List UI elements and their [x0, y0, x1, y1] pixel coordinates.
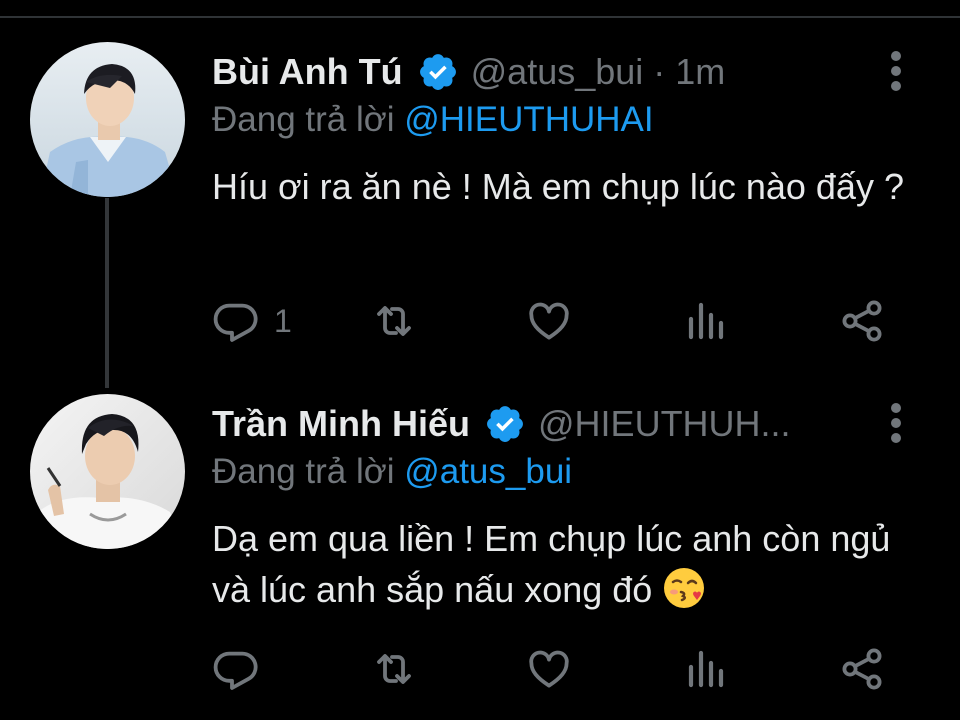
tweet-text: Dạ em qua liền ! Em chụp lúc anh còn ngủ…: [212, 518, 891, 610]
retweet-button[interactable]: [370, 296, 418, 346]
like-icon: [525, 297, 573, 345]
like-button[interactable]: [525, 296, 573, 346]
share-icon: [838, 645, 886, 693]
reply-icon: [212, 645, 260, 693]
avatar[interactable]: [30, 394, 185, 549]
tweet[interactable]: Bùi Anh Tú @atus_bui · 1m Đang trả lời @…: [0, 0, 960, 360]
reply-count: 1: [274, 302, 292, 339]
more-options-icon[interactable]: [882, 48, 910, 94]
views-icon: [682, 645, 730, 693]
author-name[interactable]: Bùi Anh Tú: [212, 51, 403, 93]
mention-link[interactable]: @HIEUTHUHAI: [404, 100, 653, 139]
tweet-actions: [212, 644, 902, 694]
share-button[interactable]: [838, 644, 886, 694]
tweet-header: Bùi Anh Tú @atus_bui · 1m: [212, 48, 725, 96]
views-button[interactable]: [682, 644, 730, 694]
like-button[interactable]: [525, 644, 573, 694]
views-button[interactable]: [682, 296, 730, 346]
more-options-icon[interactable]: [882, 400, 910, 446]
share-button[interactable]: [838, 296, 886, 346]
retweet-button[interactable]: [370, 644, 418, 694]
face-blowing-kiss-emoji-icon: [662, 566, 706, 610]
tweet-header: Trần Minh Hiếu @HIEUTHUH...: [212, 400, 791, 448]
avatar[interactable]: [30, 42, 185, 197]
author-name[interactable]: Trần Minh Hiếu: [212, 403, 470, 445]
reply-icon: [212, 297, 260, 345]
share-icon: [838, 297, 886, 345]
tweet-actions: 1: [212, 296, 902, 346]
handle-and-time: @atus_bui · 1m: [470, 51, 726, 92]
replying-prefix: Đang trả lời: [212, 100, 405, 139]
verified-badge-icon: [417, 51, 459, 93]
tweet[interactable]: Trần Minh Hiếu @HIEUTHUH... Đang trả lời…: [0, 380, 960, 720]
replying-prefix: Đang trả lời: [212, 452, 405, 491]
reply-button[interactable]: 1: [212, 296, 292, 346]
verified-badge-icon: [484, 403, 526, 445]
reply-button[interactable]: [212, 644, 274, 694]
views-icon: [682, 297, 730, 345]
retweet-icon: [370, 297, 418, 345]
like-icon: [525, 645, 573, 693]
tweet-text: Híu ơi ra ăn nè ! Mà em chụp lúc nào đấy…: [212, 166, 904, 207]
replying-to: Đang trả lời @HIEUTHUHAI: [212, 100, 654, 140]
mention-link[interactable]: @atus_bui: [404, 452, 572, 491]
handle-and-time: @HIEUTHUH...: [538, 403, 791, 444]
replying-to: Đang trả lời @atus_bui: [212, 452, 572, 492]
retweet-icon: [370, 645, 418, 693]
tweet-text-container: Dạ em qua liền ! Em chụp lúc anh còn ngủ…: [212, 513, 912, 615]
